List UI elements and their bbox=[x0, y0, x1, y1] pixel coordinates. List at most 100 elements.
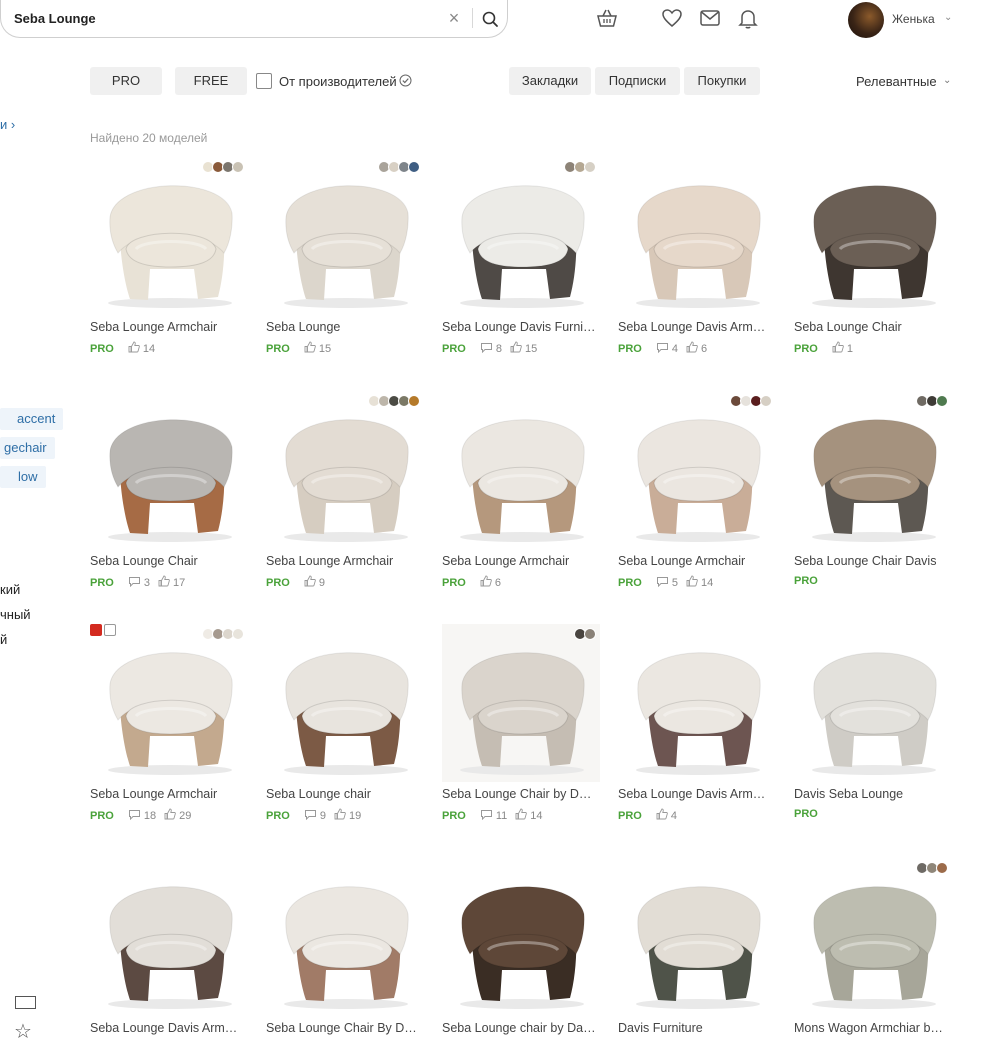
tag-accent[interactable]: accent bbox=[0, 408, 64, 430]
model-thumbnail[interactable] bbox=[618, 624, 776, 782]
model-thumbnail[interactable] bbox=[90, 157, 248, 315]
filter-pro-button[interactable]: PRO bbox=[90, 67, 162, 95]
model-thumbnail[interactable] bbox=[442, 858, 600, 1016]
model-thumbnail[interactable] bbox=[618, 858, 776, 1016]
color-swatches[interactable] bbox=[574, 628, 596, 640]
model-title[interactable]: Davis Seba Lounge bbox=[794, 787, 952, 801]
sort-dropdown[interactable]: Релевантные bbox=[856, 74, 937, 89]
model-thumbnail[interactable] bbox=[442, 624, 600, 782]
model-thumbnail[interactable] bbox=[266, 391, 424, 549]
model-card[interactable]: Seba Lounge Chair By D… bbox=[266, 858, 424, 1040]
color-swatches[interactable] bbox=[368, 395, 420, 407]
model-card[interactable]: Davis Furniture bbox=[618, 858, 776, 1040]
color-swatch[interactable] bbox=[232, 161, 244, 173]
model-card[interactable]: Seba Lounge Chair Davis PRO bbox=[794, 391, 952, 601]
model-title[interactable]: Seba Lounge Chair Davis bbox=[794, 554, 952, 568]
manufacturers-label[interactable]: От производителей bbox=[279, 74, 397, 89]
model-title[interactable]: Seba Lounge Davis Arm… bbox=[618, 787, 776, 801]
model-thumbnail[interactable] bbox=[266, 858, 424, 1016]
model-card[interactable]: Davis Seba Lounge PRO bbox=[794, 624, 952, 834]
model-card[interactable]: Seba Lounge Armchair PRO 5 14 bbox=[618, 391, 776, 601]
model-title[interactable]: Seba Lounge bbox=[266, 320, 424, 334]
search-icon[interactable] bbox=[479, 8, 501, 30]
model-card[interactable]: Seba Lounge Davis Arm… bbox=[90, 858, 248, 1040]
star-icon[interactable]: ☆ bbox=[14, 1022, 32, 1040]
model-title[interactable]: Seba Lounge Davis Arm… bbox=[90, 1021, 248, 1035]
model-card[interactable]: Seba Lounge Armchair PRO 9 bbox=[266, 391, 424, 601]
manufacturers-checkbox[interactable] bbox=[256, 73, 272, 89]
model-title[interactable]: Seba Lounge chair bbox=[266, 787, 424, 801]
model-thumbnail[interactable] bbox=[618, 391, 776, 549]
color-swatch[interactable] bbox=[936, 862, 948, 874]
clear-search-icon[interactable]: × bbox=[445, 9, 463, 27]
model-title[interactable]: Seba Lounge Chair By D… bbox=[266, 1021, 424, 1035]
purchases-button[interactable]: Покупки bbox=[684, 67, 760, 95]
model-thumbnail[interactable] bbox=[90, 624, 248, 782]
model-thumbnail[interactable] bbox=[442, 391, 600, 549]
color-swatch[interactable] bbox=[584, 628, 596, 640]
model-thumbnail[interactable] bbox=[90, 858, 248, 1016]
chevron-down-icon[interactable]: ⌄ bbox=[943, 75, 951, 86]
color-swatches[interactable] bbox=[564, 161, 596, 173]
model-thumbnail[interactable] bbox=[442, 157, 600, 315]
sidebar-option[interactable]: кий bbox=[0, 582, 20, 597]
heart-icon[interactable] bbox=[660, 6, 684, 30]
model-card[interactable]: Seba Lounge chair PRO 9 19 bbox=[266, 624, 424, 834]
color-swatch[interactable] bbox=[232, 628, 244, 640]
subscriptions-button[interactable]: Подписки bbox=[595, 67, 680, 95]
model-thumbnail[interactable] bbox=[266, 157, 424, 315]
model-thumbnail[interactable] bbox=[90, 391, 248, 549]
sidebar-link[interactable]: и › bbox=[0, 117, 15, 132]
sidebar-option[interactable]: чный bbox=[0, 607, 31, 622]
model-title[interactable]: Mons Wagon Armchiar b… bbox=[794, 1021, 952, 1035]
model-card[interactable]: Seba Lounge Armchair PRO 6 bbox=[442, 391, 600, 601]
color-swatch[interactable] bbox=[760, 395, 772, 407]
model-thumbnail[interactable] bbox=[794, 157, 952, 315]
model-card[interactable]: Seba Lounge Chair by D… PRO 11 14 bbox=[442, 624, 600, 834]
color-swatch[interactable] bbox=[408, 395, 420, 407]
model-thumbnail[interactable] bbox=[266, 624, 424, 782]
model-card[interactable]: Seba Lounge Armchair PRO 18 29 bbox=[90, 624, 248, 834]
model-thumbnail[interactable] bbox=[794, 624, 952, 782]
mail-icon[interactable] bbox=[698, 6, 722, 30]
model-thumbnail[interactable] bbox=[794, 858, 952, 1016]
model-title[interactable]: Seba Lounge Chair bbox=[90, 554, 248, 568]
model-card[interactable]: Seba Lounge Davis Arm… PRO 4 6 bbox=[618, 157, 776, 367]
color-swatches[interactable] bbox=[202, 161, 244, 173]
model-title[interactable]: Seba Lounge Armchair bbox=[266, 554, 424, 568]
color-swatches[interactable] bbox=[378, 161, 420, 173]
model-card[interactable]: Seba Lounge PRO 15 bbox=[266, 157, 424, 367]
search-input[interactable]: Seba Lounge bbox=[14, 11, 96, 26]
model-title[interactable]: Seba Lounge Davis Arm… bbox=[618, 320, 776, 334]
model-title[interactable]: Seba Lounge Armchair bbox=[90, 787, 248, 801]
model-title[interactable]: Davis Furniture bbox=[618, 1021, 776, 1035]
user-name[interactable]: Женька bbox=[892, 12, 935, 26]
bookmarks-button[interactable]: Закладки bbox=[509, 67, 591, 95]
sidebar-option[interactable]: й bbox=[0, 632, 7, 647]
color-swatches[interactable] bbox=[916, 395, 948, 407]
rectangle-icon[interactable] bbox=[15, 996, 36, 1009]
color-swatches[interactable] bbox=[916, 862, 948, 874]
model-title[interactable]: Seba Lounge chair by Da… bbox=[442, 1021, 600, 1035]
avatar[interactable] bbox=[848, 2, 884, 38]
model-card[interactable]: Seba Lounge Armchair PRO 14 bbox=[90, 157, 248, 367]
color-swatches[interactable] bbox=[202, 628, 244, 640]
color-swatch[interactable] bbox=[936, 395, 948, 407]
search-box[interactable]: Seba Lounge × bbox=[0, 0, 508, 38]
filter-free-button[interactable]: FREE bbox=[175, 67, 247, 95]
model-title[interactable]: Seba Lounge Chair by D… bbox=[442, 787, 600, 801]
model-card[interactable]: Seba Lounge Davis Furni… PRO 8 15 bbox=[442, 157, 600, 367]
model-thumbnail[interactable] bbox=[794, 391, 952, 549]
model-card[interactable]: Seba Lounge Chair PRO 3 17 bbox=[90, 391, 248, 601]
model-title[interactable]: Seba Lounge Armchair bbox=[90, 320, 248, 334]
model-title[interactable]: Seba Lounge Armchair bbox=[442, 554, 600, 568]
chevron-down-icon[interactable]: ⌄ bbox=[944, 12, 952, 23]
model-card[interactable]: Seba Lounge Davis Arm… PRO 4 bbox=[618, 624, 776, 834]
model-card[interactable]: Seba Lounge Chair PRO 1 bbox=[794, 157, 952, 367]
tag-low[interactable]: low bbox=[0, 466, 46, 488]
model-card[interactable]: Seba Lounge chair by Da… bbox=[442, 858, 600, 1040]
model-card[interactable]: Mons Wagon Armchiar b… bbox=[794, 858, 952, 1040]
model-title[interactable]: Seba Lounge Davis Furni… bbox=[442, 320, 600, 334]
model-title[interactable]: Seba Lounge Armchair bbox=[618, 554, 776, 568]
user-menu[interactable]: Женька ⌄ bbox=[848, 2, 958, 38]
